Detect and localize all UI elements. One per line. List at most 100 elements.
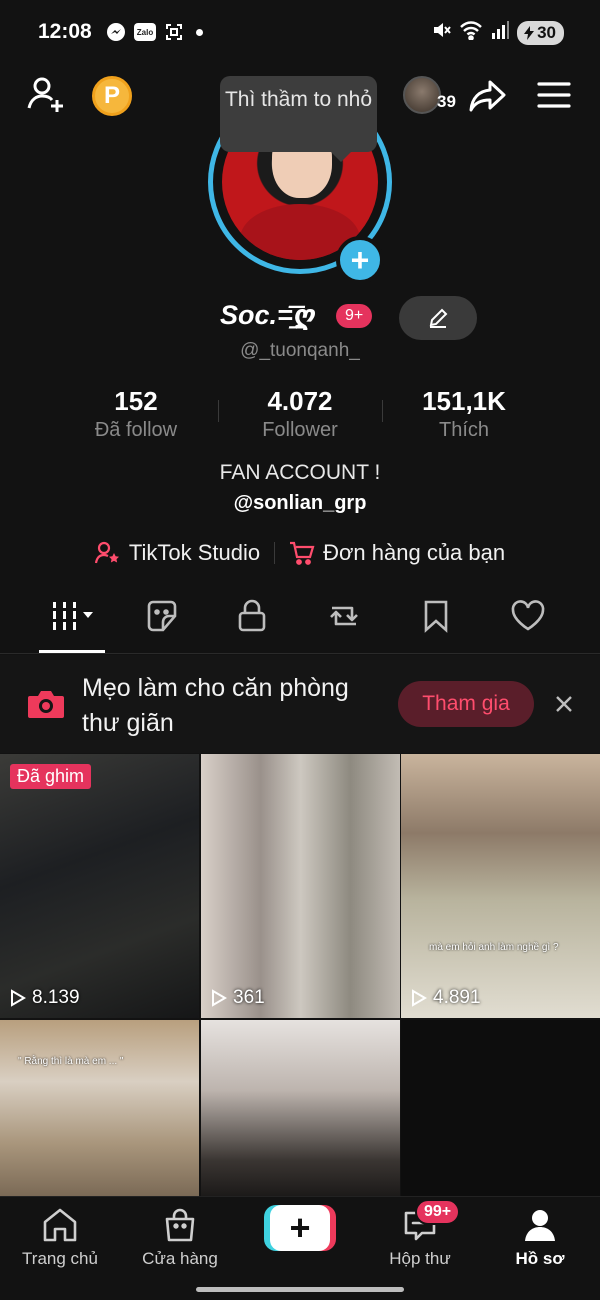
tab-stickers[interactable]	[132, 598, 192, 654]
banner-text: Mẹo làm cho căn phòng thư giãn	[82, 674, 349, 737]
join-button[interactable]: Tham gia	[398, 681, 534, 727]
lock-icon	[238, 599, 266, 632]
video-caption: " Rằng thì là mà em ... "	[18, 1056, 124, 1067]
whisper-tooltip[interactable]: Thì thầm to nhỏ	[220, 76, 377, 162]
videos-grid-icon	[51, 602, 93, 630]
wifi-icon	[459, 20, 483, 45]
status-bar: 12:08 Zalo 30	[0, 0, 600, 64]
stat-likes[interactable]: 151,1K Thích	[382, 386, 546, 442]
bio-mention-link[interactable]: @sonlian_grp	[0, 492, 600, 515]
tiktok-studio-link[interactable]: TikTok Studio	[94, 540, 261, 566]
stat-label: Thích	[438, 419, 490, 441]
more-notifications-dot	[196, 28, 203, 36]
nav-label: Hộp thư	[389, 1249, 451, 1268]
view-count-value: 361	[233, 987, 265, 1008]
play-icon	[11, 989, 26, 1007]
close-banner-button[interactable]	[555, 695, 573, 718]
bio-text: FAN ACCOUNT !	[219, 461, 381, 484]
stat-followers[interactable]: 4.072 Follower	[218, 386, 382, 442]
video-thumbnail[interactable]: Đã ghim 8.139	[0, 754, 199, 1018]
profile-avatar[interactable]: +	[208, 90, 392, 284]
heart-icon	[511, 600, 545, 631]
nav-label: Hồ sơ	[515, 1249, 565, 1268]
pinned-badge: Đã ghim	[10, 764, 92, 789]
profile-content-tabs	[0, 598, 600, 654]
creator-star-icon	[94, 541, 119, 564]
profile-name-row: Soc.=͟͟͞͞ღ 9+	[0, 296, 600, 340]
stat-label: Follower	[262, 419, 338, 441]
messenger-icon	[106, 22, 126, 42]
nav-shop[interactable]: Cửa hàng	[120, 1207, 240, 1269]
tab-reposts[interactable]	[314, 598, 374, 654]
play-icon	[212, 989, 227, 1007]
stat-value: 151,1K	[422, 386, 506, 416]
profile-icon	[525, 1210, 555, 1241]
profile-stats: 152 Đã follow 4.072 Follower 151,1K Thíc…	[54, 386, 546, 442]
mute-icon	[431, 20, 451, 45]
status-time: 12:08	[38, 20, 92, 43]
share-profile-button[interactable]	[468, 76, 508, 121]
coins-button[interactable]: P	[92, 76, 132, 116]
signal-icon	[491, 20, 510, 45]
visitor-count: 39	[437, 92, 456, 111]
visitor-avatar	[403, 76, 441, 114]
status-notification-icons: Zalo	[106, 22, 203, 42]
view-count: 361	[211, 987, 265, 1009]
stat-label: Đã follow	[94, 419, 178, 441]
tab-liked[interactable]	[498, 598, 558, 654]
link-divider	[274, 542, 276, 564]
video-thumbnail[interactable]: 361	[201, 754, 400, 1018]
empty-grid-slot	[401, 1020, 600, 1196]
stat-following[interactable]: 152 Đã follow	[54, 386, 218, 442]
video-grid: Đã ghim 8.139 361 mà em hỏi anh làm nghề…	[0, 754, 600, 1196]
tab-private[interactable]	[222, 598, 282, 654]
play-icon	[412, 989, 427, 1007]
video-thumbnail[interactable]	[201, 1020, 400, 1196]
view-count-value: 4.891	[433, 987, 481, 1008]
screenshot-icon	[164, 22, 184, 42]
tab-videos[interactable]	[42, 598, 104, 654]
create-video-button[interactable]: +	[264, 1205, 336, 1251]
plus-icon: +	[350, 242, 370, 278]
view-count: 8.139	[10, 987, 80, 1009]
view-count: 4.891	[411, 987, 481, 1009]
nav-profile[interactable]: Hồ sơ	[480, 1207, 600, 1269]
zalo-icon: Zalo	[134, 23, 156, 41]
view-count-value: 8.139	[32, 987, 80, 1008]
notification-badge[interactable]: 9+	[336, 304, 373, 328]
add-story-button[interactable]: +	[336, 236, 384, 284]
orders-label: Đơn hàng của bạn	[323, 540, 506, 565]
pencil-icon	[429, 308, 448, 328]
coin-icon: P	[103, 82, 120, 109]
nav-label: Cửa hàng	[142, 1249, 218, 1268]
hamburger-icon	[537, 82, 571, 108]
status-system-icons: 30	[431, 20, 564, 45]
add-friend-button[interactable]	[26, 74, 68, 121]
add-person-icon	[27, 77, 63, 112]
bottom-navigation: Trang chủ Cửa hàng + Hộp thư 99+ Hồ sơ	[0, 1196, 600, 1300]
repost-icon	[330, 606, 358, 626]
video-thumbnail[interactable]: mà em hỏi anh làm nghề gì ? 4.891	[401, 754, 600, 1018]
share-icon	[469, 80, 506, 112]
orders-link[interactable]: Đơn hàng của bạn	[289, 540, 505, 566]
home-icon	[43, 1208, 77, 1242]
menu-button[interactable]	[537, 80, 571, 115]
sticker-icon	[147, 600, 177, 632]
battery-level: 30	[537, 22, 556, 42]
profile-visitors-button[interactable]: 39	[403, 76, 456, 114]
nav-home[interactable]: Trang chủ	[0, 1207, 120, 1269]
video-thumbnail[interactable]: " Rằng thì là mà em ... "	[0, 1020, 199, 1196]
video-caption: mà em hỏi anh làm nghề gì ?	[429, 942, 559, 953]
stat-value: 152	[114, 386, 158, 416]
plus-icon: +	[270, 1205, 330, 1251]
home-indicator[interactable]	[196, 1287, 404, 1292]
display-name: Soc.=͟͟͞͞ღ	[220, 300, 315, 330]
nav-label: Trang chủ	[22, 1249, 98, 1268]
studio-label: TikTok Studio	[128, 540, 261, 565]
bookmark-icon	[424, 600, 448, 633]
shopping-bag-icon	[165, 1208, 195, 1242]
close-icon	[556, 696, 572, 712]
edit-profile-button[interactable]	[399, 296, 477, 340]
tab-saved[interactable]	[406, 598, 466, 654]
battery-indicator: 30	[517, 20, 564, 45]
